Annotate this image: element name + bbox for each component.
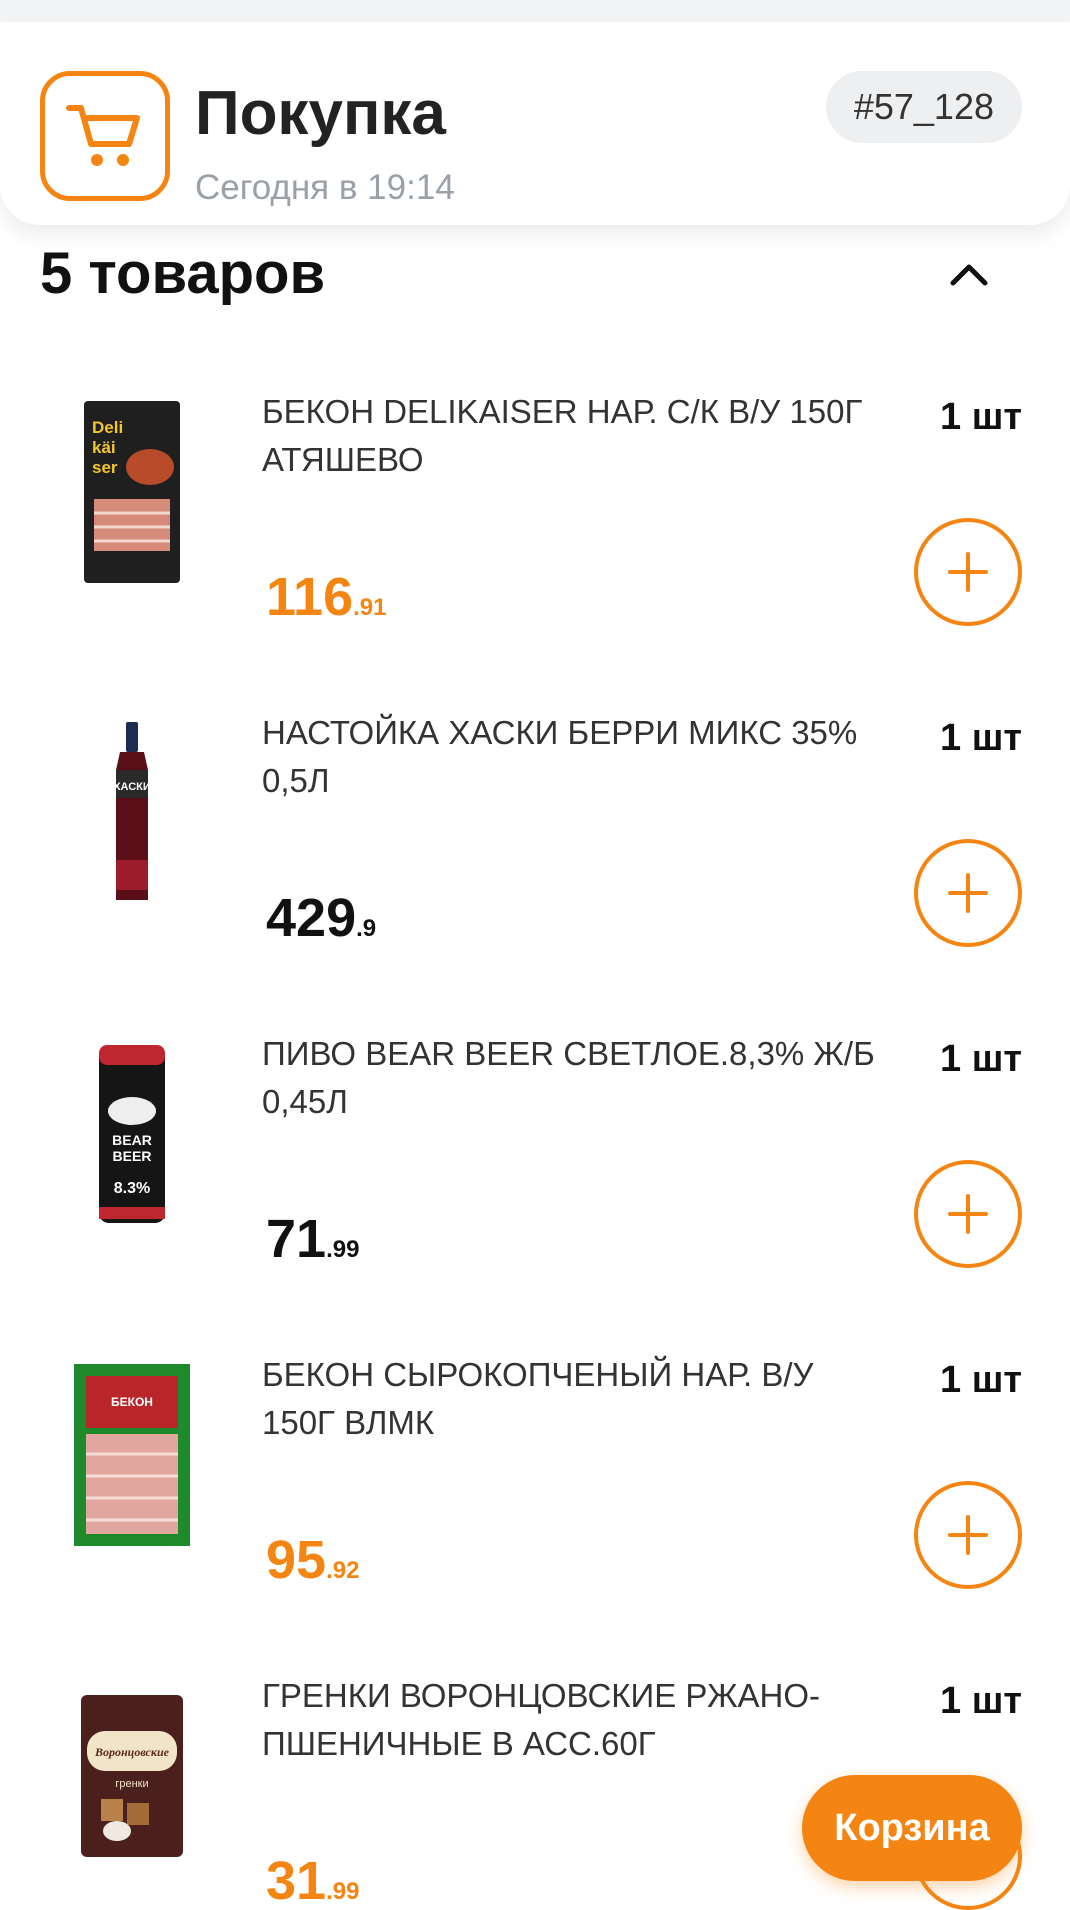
product-price: 95.92: [266, 1529, 359, 1591]
price-integer: 71: [266, 1209, 327, 1269]
svg-text:ser: ser: [92, 458, 118, 477]
product-quantity: 1 шт: [940, 396, 1022, 438]
product-name[interactable]: БЕКОН СЫРОКОПЧЕНЫЙ НАР. В/У 150Г ВЛМК: [262, 1351, 882, 1447]
plus-icon: [948, 1515, 988, 1555]
list-item: BEAR BEER 8.3% ПИВО BEAR BEER СВЕТЛОЕ.8,…: [0, 1030, 1070, 1350]
price-integer: 31: [266, 1851, 327, 1910]
add-to-cart-button[interactable]: [914, 518, 1022, 626]
add-to-cart-button[interactable]: [914, 1160, 1022, 1268]
cart-icon-badge: [40, 71, 170, 201]
product-price: 71.99: [266, 1208, 359, 1270]
add-to-cart-button[interactable]: [914, 1481, 1022, 1589]
svg-text:8.3%: 8.3%: [114, 1180, 150, 1197]
purchase-header: Покупка Сегодня в 19:14 #57_128: [0, 22, 1070, 225]
product-image: Воронцовские гренки: [58, 1680, 206, 1872]
product-name[interactable]: БЕКОН DELIKAISER НАР. С/К В/У 150Г АТЯШЕ…: [262, 388, 882, 484]
status-strip: [0, 0, 1070, 24]
list-item: БЕКОН БЕКОН СЫРОКОПЧЕНЫЙ НАР. В/У 150Г В…: [0, 1351, 1070, 1671]
product-quantity: 1 шт: [940, 1359, 1022, 1401]
chevron-up-icon: [950, 264, 988, 286]
items-count-heading: 5 товаров: [40, 241, 326, 306]
price-integer: 95: [266, 1530, 327, 1590]
product-name[interactable]: ГРЕНКИ ВОРОНЦОВСКИЕ РЖАНО-ПШЕНИЧНЫЕ В АС…: [262, 1672, 882, 1768]
order-id-badge: #57_128: [825, 71, 1022, 143]
list-item: Deli käi ser БЕКОН DELIKAISER НАР. С/К В…: [0, 388, 1070, 708]
price-fraction: .92: [326, 1557, 360, 1584]
cart-button[interactable]: Корзина: [802, 1775, 1022, 1881]
product-price: 116.91: [266, 566, 387, 628]
purchase-screen: Покупка Сегодня в 19:14 #57_128 5 товаро…: [0, 0, 1070, 1910]
product-quantity: 1 шт: [940, 1038, 1022, 1080]
purchase-date: Сегодня в 19:14: [195, 168, 455, 207]
plus-icon: [948, 873, 988, 913]
product-name[interactable]: НАСТОЙКА ХАСКИ БЕРРИ МИКС 35% 0,5Л: [262, 709, 882, 805]
plus-icon: [948, 552, 988, 592]
svg-text:Воронцовские: Воронцовские: [94, 1745, 170, 1759]
page-title: Покупка: [195, 79, 446, 148]
add-to-cart-button[interactable]: [914, 839, 1022, 947]
svg-text:Deli: Deli: [92, 418, 123, 437]
svg-text:käi: käi: [92, 438, 116, 457]
product-image: БЕКОН: [58, 1359, 206, 1551]
svg-text:BEAR: BEAR: [112, 1132, 152, 1148]
svg-text:BEER: BEER: [113, 1148, 152, 1164]
price-fraction: .9: [356, 915, 377, 942]
list-item: ХАСКИ НАСТОЙКА ХАСКИ БЕРРИ МИКС 35% 0,5Л…: [0, 709, 1070, 1029]
product-image: BEAR BEER 8.3%: [58, 1038, 206, 1230]
product-image: ХАСКИ: [58, 717, 206, 909]
svg-text:ХАСКИ: ХАСКИ: [113, 781, 151, 793]
product-name[interactable]: ПИВО BEAR BEER СВЕТЛОЕ.8,3% Ж/Б 0,45Л: [262, 1030, 882, 1126]
price-fraction: .99: [326, 1236, 360, 1263]
svg-text:БЕКОН: БЕКОН: [111, 1395, 153, 1409]
product-price: 429.9: [266, 887, 376, 949]
product-image: Deli käi ser: [58, 396, 206, 588]
shopping-cart-icon: [66, 105, 140, 166]
product-quantity: 1 шт: [940, 1680, 1022, 1722]
price-integer: 116: [266, 567, 354, 627]
product-quantity: 1 шт: [940, 717, 1022, 759]
price-fraction: .99: [326, 1878, 360, 1905]
product-price: 31.99: [266, 1850, 359, 1910]
plus-icon: [948, 1194, 988, 1234]
svg-text:гренки: гренки: [115, 1778, 148, 1790]
price-integer: 429: [266, 888, 357, 948]
collapse-button[interactable]: [945, 250, 993, 298]
price-fraction: .91: [353, 594, 387, 621]
